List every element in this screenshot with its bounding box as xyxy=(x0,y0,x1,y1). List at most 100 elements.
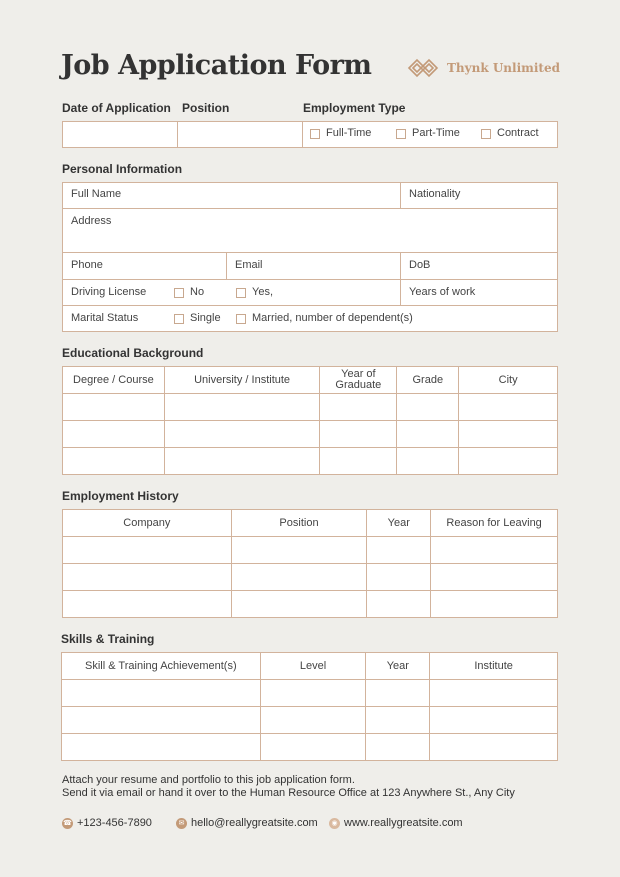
table-cell[interactable] xyxy=(319,420,398,448)
table-row xyxy=(62,536,558,564)
column-header-institute: Institute xyxy=(429,652,558,680)
table-cell[interactable] xyxy=(458,447,558,475)
table-cell[interactable] xyxy=(319,393,398,421)
table-cell[interactable] xyxy=(430,563,558,591)
table-cell[interactable] xyxy=(458,393,558,421)
education-table: Degree / Course University / Institute Y… xyxy=(62,366,558,475)
divider xyxy=(226,252,227,279)
table-row xyxy=(62,393,558,421)
driving-license-no-checkbox[interactable] xyxy=(174,288,184,298)
table-cell[interactable] xyxy=(230,590,368,618)
table-row xyxy=(62,590,558,618)
table-cell[interactable] xyxy=(396,447,460,475)
footer-line-1: Attach your resume and portfolio to this… xyxy=(62,774,355,786)
email-field[interactable]: Email xyxy=(235,259,263,271)
table-cell[interactable] xyxy=(62,536,232,564)
brand-logo-icon xyxy=(407,58,439,78)
dob-field[interactable]: DoB xyxy=(409,259,430,271)
table-cell[interactable] xyxy=(366,536,432,564)
table-cell[interactable] xyxy=(62,590,232,618)
column-header-university: University / Institute xyxy=(163,366,321,394)
contact-email-link[interactable]: hello@reallygreatsite.com xyxy=(191,817,318,829)
employment-type-label: Employment Type xyxy=(303,101,406,115)
phone-field[interactable]: Phone xyxy=(71,259,103,271)
personal-information-box xyxy=(62,182,558,332)
table-row xyxy=(62,420,558,448)
table-cell[interactable] xyxy=(396,393,460,421)
table-cell[interactable] xyxy=(429,679,558,707)
contact-website-link[interactable]: www.reallygreatsite.com xyxy=(344,817,463,829)
table-cell[interactable] xyxy=(230,536,368,564)
table-cell[interactable] xyxy=(366,590,432,618)
table-cell[interactable] xyxy=(365,733,431,761)
table-cell[interactable] xyxy=(62,393,165,421)
table-cell[interactable] xyxy=(61,733,261,761)
table-cell[interactable] xyxy=(163,420,321,448)
full-time-checkbox[interactable] xyxy=(310,129,320,139)
phone-icon: ☎ xyxy=(62,817,73,829)
table-cell[interactable] xyxy=(259,733,367,761)
divider xyxy=(400,252,401,306)
column-header-reason-for-leaving: Reason for Leaving xyxy=(430,509,558,537)
table-cell[interactable] xyxy=(259,706,367,734)
contact-email: ✉ hello@reallygreatsite.com xyxy=(176,817,318,829)
full-name-field[interactable]: Full Name xyxy=(71,188,121,200)
table-header-row: Skill & Training Achievement(s) Level Ye… xyxy=(61,652,558,680)
table-cell[interactable] xyxy=(366,563,432,591)
employment-table: Company Position Year Reason for Leaving xyxy=(62,509,558,618)
driving-license-label: Driving License xyxy=(71,286,147,298)
position-input[interactable] xyxy=(178,122,302,147)
brand-name: Thynk Unlimited xyxy=(447,61,560,75)
single-checkbox[interactable] xyxy=(174,314,184,324)
married-label: Married, number of dependent(s) xyxy=(252,312,413,324)
contact-phone: ☎ +123-456-7890 xyxy=(62,817,152,829)
table-cell[interactable] xyxy=(61,706,261,734)
table-cell[interactable] xyxy=(430,590,558,618)
position-label: Position xyxy=(182,101,230,115)
table-cell[interactable] xyxy=(319,447,398,475)
divider xyxy=(302,121,303,148)
table-cell[interactable] xyxy=(62,563,232,591)
part-time-checkbox[interactable] xyxy=(396,129,406,139)
table-cell[interactable] xyxy=(230,563,368,591)
educational-background-heading: Educational Background xyxy=(62,346,204,360)
footer-instructions: Attach your resume and portfolio to this… xyxy=(62,774,515,800)
driving-license-yes-checkbox[interactable] xyxy=(236,288,246,298)
table-header-row: Company Position Year Reason for Leaving xyxy=(62,509,558,537)
table-cell[interactable] xyxy=(365,706,431,734)
table-cell[interactable] xyxy=(259,679,367,707)
skills-table: Skill & Training Achievement(s) Level Ye… xyxy=(61,652,558,761)
table-cell[interactable] xyxy=(163,393,321,421)
table-cell[interactable] xyxy=(396,420,460,448)
date-of-application-input[interactable] xyxy=(63,122,177,147)
table-cell[interactable] xyxy=(429,733,558,761)
contract-checkbox[interactable] xyxy=(481,129,491,139)
table-row xyxy=(61,679,558,707)
column-header-year: Year xyxy=(366,509,432,537)
table-cell[interactable] xyxy=(429,706,558,734)
single-label: Single xyxy=(190,312,221,324)
column-header-level: Level xyxy=(259,652,367,680)
driving-license-yes-label: Yes, xyxy=(252,286,274,298)
skills-training-heading: Skills & Training xyxy=(61,632,155,646)
table-cell[interactable] xyxy=(430,536,558,564)
table-cell[interactable] xyxy=(365,679,431,707)
column-header-grade: Grade xyxy=(396,366,460,394)
table-cell[interactable] xyxy=(62,420,165,448)
page-title: Job Application Form xyxy=(61,50,372,81)
table-cell[interactable] xyxy=(163,447,321,475)
table-cell[interactable] xyxy=(61,679,261,707)
years-of-work-field[interactable]: Years of work xyxy=(409,286,475,298)
divider xyxy=(62,208,558,209)
globe-icon: ◉ xyxy=(329,817,340,829)
table-cell[interactable] xyxy=(62,447,165,475)
table-row xyxy=(62,563,558,591)
address-field[interactable]: Address xyxy=(71,215,111,227)
divider xyxy=(62,305,558,306)
married-checkbox[interactable] xyxy=(236,314,246,324)
nationality-field[interactable]: Nationality xyxy=(409,188,460,200)
table-cell[interactable] xyxy=(458,420,558,448)
date-of-application-label: Date of Application xyxy=(62,101,171,115)
column-header-degree: Degree / Course xyxy=(62,366,165,394)
personal-information-heading: Personal Information xyxy=(62,162,183,176)
